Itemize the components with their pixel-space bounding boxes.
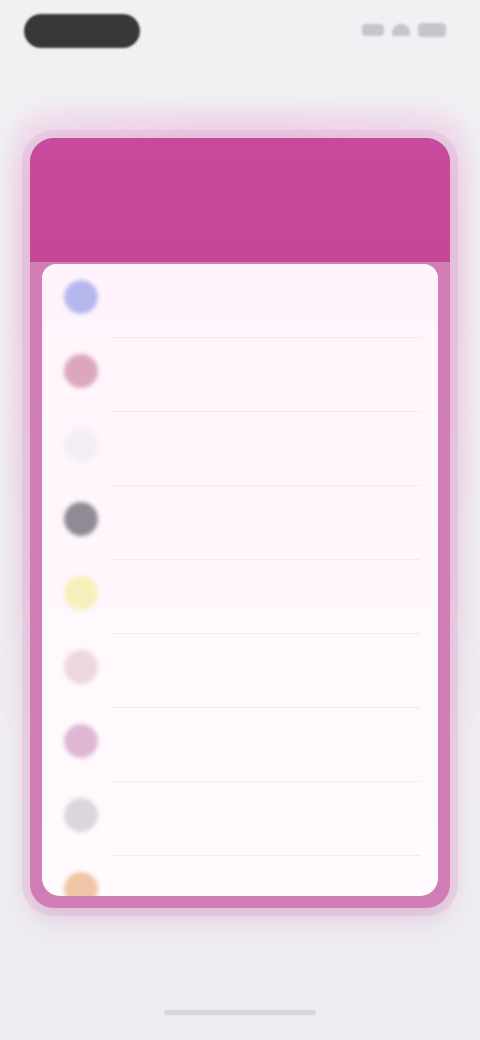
list-item[interactable]	[42, 412, 438, 486]
list-item-label	[112, 432, 170, 456]
list-item[interactable]	[42, 264, 438, 338]
list-item[interactable]	[42, 486, 438, 560]
list-item-label	[112, 506, 162, 530]
list-item[interactable]	[42, 560, 438, 634]
status-bar	[0, 0, 480, 62]
header-subtitle	[168, 212, 316, 230]
app-screen	[0, 0, 480, 1040]
status-icons	[354, 22, 446, 38]
amber-circle-icon	[64, 872, 98, 896]
wifi-icon	[392, 24, 410, 36]
yellow-circle-icon	[64, 576, 98, 610]
list-item-label	[112, 876, 252, 896]
dynamic-island	[24, 14, 140, 48]
blue-circle-icon	[64, 280, 98, 314]
home-indicator	[164, 1010, 316, 1015]
signal-icon	[362, 24, 384, 36]
mauve-circle-icon	[64, 724, 98, 758]
list-item-label	[112, 284, 194, 308]
gray-circle-icon	[64, 798, 98, 832]
list-item-label	[112, 728, 244, 752]
list-panel	[42, 264, 438, 896]
list-item[interactable]	[42, 782, 438, 856]
list-item-label	[112, 580, 184, 604]
bottom-caption	[188, 944, 292, 964]
list-item[interactable]	[42, 338, 438, 412]
header-title	[124, 178, 360, 202]
list-item[interactable]	[42, 634, 438, 708]
list-item[interactable]	[42, 708, 438, 782]
list-item-label	[112, 802, 188, 826]
list-item[interactable]	[42, 856, 438, 896]
pink-circle-icon	[64, 650, 98, 684]
list-item-label	[112, 654, 202, 678]
card-header	[30, 138, 450, 262]
light-circle-icon	[64, 428, 98, 462]
gray-circle-icon	[64, 502, 98, 536]
list-item-label	[112, 358, 194, 382]
rose-circle-icon	[64, 354, 98, 388]
top-caption	[88, 74, 308, 94]
battery-icon	[418, 23, 446, 37]
main-card	[30, 138, 450, 908]
